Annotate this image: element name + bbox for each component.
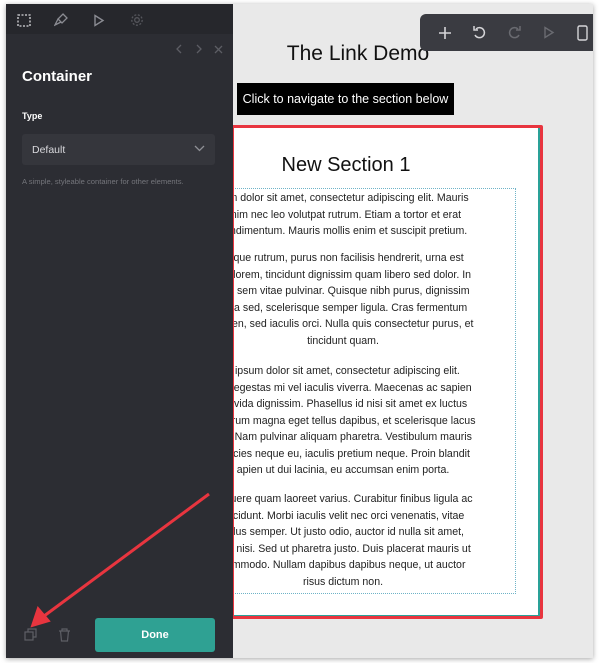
paint-brush-icon[interactable] xyxy=(51,10,71,30)
editor-toolbar xyxy=(420,14,593,51)
play-icon[interactable] xyxy=(89,10,109,30)
done-button[interactable]: Done xyxy=(95,618,215,652)
type-select-value: Default xyxy=(32,143,66,156)
type-label: Type xyxy=(22,111,43,121)
selection-icon[interactable] xyxy=(14,10,34,30)
gear-icon[interactable] xyxy=(127,10,147,30)
close-icon[interactable] xyxy=(211,42,225,56)
play-icon[interactable] xyxy=(531,14,565,51)
mobile-preview-icon[interactable] xyxy=(566,14,593,51)
trash-icon[interactable] xyxy=(56,627,72,643)
type-select[interactable]: Default xyxy=(22,134,215,165)
plus-icon[interactable] xyxy=(428,14,462,51)
app-window: The Link Demo Click to navigate to the s… xyxy=(6,4,593,658)
chevron-left-icon[interactable] xyxy=(172,42,186,56)
chevron-right-icon[interactable] xyxy=(192,42,206,56)
container-description: A simple, styleable container for other … xyxy=(22,177,184,186)
undo-icon[interactable] xyxy=(462,14,496,51)
sidebar-tabs xyxy=(6,4,233,34)
chevron-down-icon xyxy=(194,143,205,155)
panel-title: Container xyxy=(22,68,93,85)
navigate-section-button[interactable]: Click to navigate to the section below xyxy=(237,83,454,115)
properties-sidebar: Container Type Default A simple, styleab… xyxy=(6,4,233,658)
annotation-highlight-box xyxy=(231,125,543,619)
duplicate-icon[interactable] xyxy=(23,627,39,643)
redo-icon[interactable] xyxy=(497,14,531,51)
